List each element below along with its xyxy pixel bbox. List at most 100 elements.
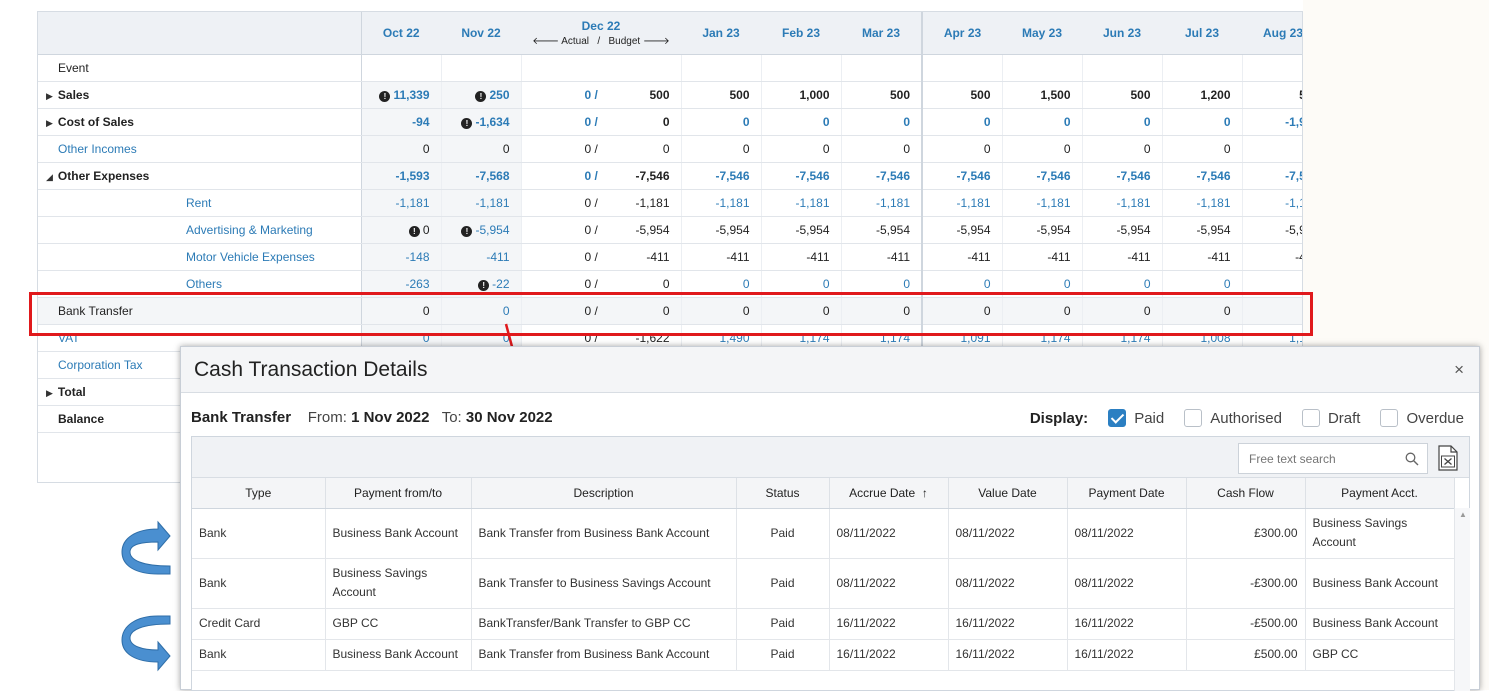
col-type[interactable]: Type — [192, 478, 326, 509]
authorised-label[interactable]: Authorised — [1210, 410, 1282, 427]
grid-cell[interactable]: -411 — [1162, 243, 1243, 271]
grid-cell[interactable]: -1,18 — [1242, 189, 1302, 217]
grid-cell[interactable]: -411 — [441, 243, 522, 271]
grid-cell[interactable]: -5,954 — [1162, 216, 1243, 244]
info-icon[interactable]: ! — [461, 117, 473, 129]
col-payment-from-to[interactable]: Payment from/to — [325, 478, 472, 509]
authorised-checkbox[interactable] — [1184, 409, 1203, 427]
grid-cell[interactable]: -5,954 — [681, 216, 762, 244]
grid-cell[interactable]: -1,181 — [1082, 189, 1163, 217]
month-header[interactable]: Apr 23 — [922, 12, 1002, 55]
grid-cell[interactable]: -7,546 — [1162, 162, 1243, 190]
grid-cell[interactable]: 50 — [1242, 81, 1302, 109]
grid-cell[interactable]: -5,954 — [1082, 216, 1163, 244]
grid-cell[interactable]: -7,568 — [441, 162, 522, 190]
search-icon[interactable] — [1405, 452, 1419, 466]
grid-cell[interactable]: -411 — [841, 243, 923, 271]
row-label[interactable]: ▶ Cost of Sales — [38, 108, 362, 136]
grid-cell[interactable]: 0 — [1162, 135, 1243, 163]
grid-cell[interactable]: 0 — [841, 135, 923, 163]
grid-cell[interactable]: -1,181 — [681, 189, 762, 217]
row-label[interactable]: Rent — [38, 189, 362, 217]
month-header[interactable]: May 23 — [1002, 12, 1082, 55]
grid-cell[interactable]: 0 — [1082, 108, 1163, 136]
grid-cell[interactable]: 0 — [441, 135, 522, 163]
grid-cell[interactable]: 0 — [1002, 108, 1083, 136]
grid-cell[interactable]: ! -1,634 — [441, 108, 522, 136]
grid-cell[interactable]: -7,546 — [1082, 162, 1163, 190]
col-payment-date[interactable]: Payment Date — [1067, 478, 1187, 509]
grid-cell[interactable]: -1,593 — [361, 162, 442, 190]
grid-cell[interactable]: 0 — [361, 135, 442, 163]
grid-cell[interactable]: 500 — [681, 81, 762, 109]
grid-cell[interactable]: -1,92 — [1242, 108, 1302, 136]
scroll-up-icon[interactable]: ▲ — [1459, 510, 1467, 519]
dec-actual-budget-cell[interactable]: 0 / -1,181 — [521, 189, 682, 217]
dec-actual-budget-cell[interactable]: 0 / -5,954 — [521, 216, 682, 244]
grid-cell[interactable]: -411 — [1002, 243, 1083, 271]
col-description[interactable]: Description — [471, 478, 737, 509]
row-label[interactable]: ◢ Other Expenses — [38, 162, 362, 190]
grid-cell[interactable]: -5,954 — [761, 216, 842, 244]
close-icon[interactable]: × — [1454, 360, 1464, 380]
grid-cell[interactable]: 0 — [681, 108, 762, 136]
grid-cell[interactable]: 500 — [1082, 81, 1163, 109]
grid-cell[interactable]: 1,500 — [1002, 81, 1083, 109]
grid-cell[interactable]: ! -5,954 — [441, 216, 522, 244]
transaction-row[interactable]: Credit Card GBP CC BankTransfer/Bank Trans… — [192, 608, 1455, 640]
grid-cell[interactable]: -1,181 — [1162, 189, 1243, 217]
grid-cell[interactable]: 0 — [1082, 135, 1163, 163]
col-cash-flow[interactable]: Cash Flow — [1186, 478, 1306, 509]
col-status[interactable]: Status — [736, 478, 830, 509]
grid-cell[interactable]: -94 — [361, 108, 442, 136]
info-icon[interactable]: ! — [408, 225, 420, 237]
grid-cell[interactable]: -411 — [761, 243, 842, 271]
draft-checkbox[interactable] — [1301, 409, 1320, 427]
grid-cell[interactable]: -5,954 — [1002, 216, 1083, 244]
grid-cell[interactable]: 1,200 — [1162, 81, 1243, 109]
vertical-scrollbar[interactable]: ▲ — [1454, 508, 1470, 691]
collapse-icon[interactable]: ◢ — [46, 172, 53, 182]
grid-cell[interactable]: 0 — [922, 135, 1003, 163]
row-label[interactable]: Other Incomes — [38, 135, 362, 163]
month-header[interactable]: Nov 22 — [441, 12, 521, 55]
month-header[interactable]: Aug 23 — [1242, 12, 1302, 55]
grid-cell[interactable]: -411 — [1082, 243, 1163, 271]
grid-cell[interactable]: -411 — [922, 243, 1003, 271]
dec-actual-budget-cell[interactable]: 0 / 0 — [521, 135, 682, 163]
grid-cell[interactable]: -1,181 — [922, 189, 1003, 217]
dec-actual-budget-cell[interactable]: 0 / 500 — [521, 81, 682, 109]
grid-cell[interactable]: -5,954 — [922, 216, 1003, 244]
grid-cell[interactable]: -7,546 — [922, 162, 1003, 190]
expand-icon[interactable]: ▶ — [46, 118, 53, 128]
grid-cell[interactable]: -7,54 — [1242, 162, 1302, 190]
grid-cell[interactable]: -148 — [361, 243, 442, 271]
grid-cell[interactable]: -1,181 — [441, 189, 522, 217]
transaction-row[interactable]: Bank Business Bank Account Bank Transfer f… — [192, 639, 1455, 671]
info-icon[interactable]: ! — [475, 90, 487, 102]
overdue-checkbox[interactable] — [1380, 409, 1399, 427]
grid-cell[interactable]: -7,546 — [761, 162, 842, 190]
grid-cell[interactable]: -7,546 — [1002, 162, 1083, 190]
expand-icon[interactable]: ▶ — [46, 388, 53, 398]
month-header[interactable]: Jan 23 — [681, 12, 761, 55]
grid-cell[interactable]: 0 — [922, 108, 1003, 136]
transaction-row[interactable]: Bank Business Bank Account Bank Transfer f… — [192, 508, 1455, 559]
grid-cell[interactable]: ! 0 — [361, 216, 442, 244]
col-payment-acct[interactable]: Payment Acct. — [1305, 478, 1455, 509]
dec-actual-budget-cell[interactable] — [521, 54, 682, 82]
row-label[interactable]: ▶ Sales — [38, 81, 362, 109]
grid-cell[interactable]: -7,546 — [841, 162, 923, 190]
month-header[interactable]: Oct 22 — [361, 12, 441, 55]
grid-cell[interactable]: 0 — [681, 135, 762, 163]
actual-budget-toggle[interactable]: 🡐 Actual / Budget 🡒 — [527, 35, 675, 47]
dec-actual-budget-cell[interactable]: 0 / -7,546 — [521, 162, 682, 190]
grid-cell[interactable]: 0 — [1002, 135, 1083, 163]
col-accrue-date[interactable]: Accrue Date ↑ — [829, 478, 949, 509]
row-label[interactable]: Advertising & Marketing — [38, 216, 362, 244]
dec-actual-budget-cell[interactable]: 0 / -411 — [521, 243, 682, 271]
dec-actual-budget-cell[interactable]: 0 / 0 — [521, 108, 682, 136]
grid-cell[interactable]: 500 — [922, 81, 1003, 109]
info-icon[interactable]: ! — [461, 225, 473, 237]
info-icon[interactable]: ! — [379, 90, 391, 102]
